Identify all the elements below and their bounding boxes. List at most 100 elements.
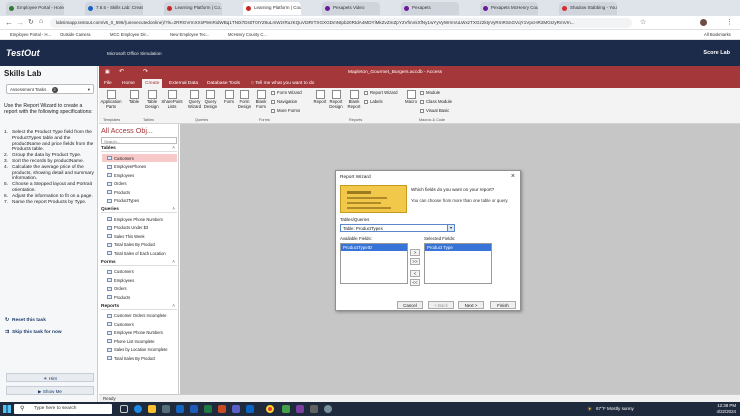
remove-all-fields-button[interactable]: <<	[410, 279, 420, 286]
nav-item[interactable]: Products	[102, 188, 177, 196]
taskbar-search-input[interactable]: ⚲ Type here to search	[14, 404, 112, 414]
redo-icon[interactable]: ↷	[143, 68, 148, 75]
tab-create[interactable]: Create	[142, 79, 163, 88]
add-field-button[interactable]: >	[410, 249, 420, 256]
profile-icon[interactable]	[700, 19, 707, 26]
application-parts-button[interactable]: Application Parts	[100, 90, 122, 110]
nav-item[interactable]: Customer Orders Incomplete	[102, 312, 177, 320]
outlook-icon[interactable]	[246, 405, 254, 413]
query-wizard-button[interactable]: Query Wizard	[187, 90, 202, 110]
bookmark-item[interactable]: MCC Employee Dir...	[110, 32, 149, 37]
nav-item[interactable]: Orders	[102, 285, 177, 293]
nav-item[interactable]: Phone List Incomplete	[102, 337, 177, 345]
nav-pane-title[interactable]: All Access Obj...	[101, 126, 153, 135]
close-icon[interactable]: ×	[511, 173, 515, 180]
browser-tab[interactable]: Pexapets McHenry County...	[480, 2, 538, 15]
edge-icon[interactable]	[134, 405, 142, 413]
available-fields-list[interactable]: ProductTypeID	[340, 243, 408, 284]
tables-queries-select[interactable]: Table: ProductTypes ▾	[340, 224, 455, 232]
form-button[interactable]: Form	[223, 90, 235, 105]
forward-icon[interactable]: →	[16, 18, 24, 27]
score-lab-button[interactable]: Score Lab	[703, 50, 730, 56]
skip-task-link[interactable]: ⇉ Skip this task for now	[5, 330, 62, 335]
tab-file[interactable]: File	[104, 81, 112, 86]
table-design-button[interactable]: Table Design	[144, 90, 160, 110]
nav-item[interactable]: ProductTypes	[102, 197, 177, 205]
sharepoint-lists-button[interactable]: SharePoint Lists	[161, 90, 183, 110]
reload-icon[interactable]: ↻	[28, 18, 34, 26]
class-module-button[interactable]: Class Module	[420, 99, 452, 104]
browser-tab[interactable]: 7.6.5 - Skills Lab: Create	[85, 2, 143, 15]
tab-external-data[interactable]: External Data	[169, 81, 198, 86]
report-button[interactable]: Report	[313, 90, 327, 105]
file-explorer-icon[interactable]	[148, 405, 156, 413]
nav-item[interactable]: Products	[102, 293, 177, 301]
home-icon[interactable]: ⌂	[39, 18, 43, 25]
windows-start-icon[interactable]	[3, 405, 11, 413]
tell-me-search[interactable]: ○ Tell me what you want to do	[251, 81, 314, 86]
mail-icon[interactable]	[176, 405, 184, 413]
nav-item[interactable]: Products Under $3	[102, 224, 177, 232]
collapse-icon[interactable]: ˄	[172, 207, 175, 212]
browser-tab[interactable]: Pexapets	[401, 2, 459, 15]
next-button[interactable]: Next >	[458, 301, 484, 309]
nav-item[interactable]: Customers	[102, 268, 177, 276]
assessment-tasks-button[interactable]: Assessment Tasks 2 ▾	[6, 84, 94, 94]
nav-item[interactable]: Customers	[102, 154, 177, 162]
module-button[interactable]: Module	[420, 90, 440, 95]
teams-icon[interactable]	[232, 405, 240, 413]
weather-text[interactable]: 67°F Mostly sunny	[596, 406, 634, 411]
nav-item[interactable]: Employee Phone Numbers	[102, 329, 177, 337]
nav-item[interactable]: Total Sales By Product	[102, 354, 177, 362]
all-bookmarks[interactable]: All Bookmarks	[704, 32, 731, 37]
blank-form-button[interactable]: Blank Form	[254, 90, 268, 110]
bookmark-item[interactable]: Outside Camera	[60, 32, 91, 37]
table-button[interactable]: Table	[127, 90, 141, 105]
onenote-icon[interactable]	[296, 405, 304, 413]
nav-item[interactable]: Total Sales of Each Location	[102, 249, 177, 257]
more-forms-button[interactable]: More Forms	[271, 108, 300, 113]
browser-tab[interactable]: Learning Platform | Co...	[164, 2, 222, 15]
hint-button[interactable]: ☀ Hint	[6, 373, 94, 382]
settings-icon[interactable]	[324, 405, 332, 413]
cancel-button[interactable]: Cancel	[397, 301, 423, 309]
nav-section-header[interactable]: Tables ˄	[101, 146, 177, 152]
list-item[interactable]: ProductTypeID	[341, 244, 407, 251]
nav-item[interactable]: Sales This Week	[102, 232, 177, 240]
bookmark-item[interactable]: McHenry County C...	[228, 32, 267, 37]
collapse-icon[interactable]: ˄	[172, 304, 175, 309]
nav-item[interactable]: Orders	[102, 180, 177, 188]
bookmark-item[interactable]: Employee Portal - H...	[10, 32, 51, 37]
browser-tab[interactable]: Employee Portal - Home	[6, 2, 64, 15]
back-button[interactable]: < Back	[428, 301, 454, 309]
app-icon[interactable]	[282, 405, 290, 413]
nav-item[interactable]: Sales by Location Incomplete	[102, 346, 177, 354]
navigation-button[interactable]: Navigation	[271, 99, 297, 104]
excel-icon[interactable]	[204, 405, 212, 413]
nav-item[interactable]: Employee Phone Numbers	[102, 215, 177, 223]
nav-section-header[interactable]: Forms ˄	[101, 260, 177, 266]
url-input[interactable]: labsimapp.testout.com/v6_0_596/(unexecut…	[50, 18, 632, 28]
visual-basic-button[interactable]: Visual Basic	[420, 108, 449, 113]
list-item[interactable]: Product Type	[425, 244, 491, 251]
system-clock[interactable]: 12:38 PM 4/22/2024	[716, 403, 736, 414]
form-wizard-button[interactable]: Form Wizard	[271, 90, 302, 95]
add-all-fields-button[interactable]: >>	[410, 258, 420, 265]
blank-report-button[interactable]: Blank Report	[346, 90, 362, 110]
undo-icon[interactable]: ↶	[119, 68, 124, 75]
bookmark-star-icon[interactable]: ☆	[640, 18, 646, 26]
calculator-icon[interactable]	[310, 405, 318, 413]
query-design-button[interactable]: Query Design	[203, 90, 218, 110]
nav-item[interactable]: EmployeePhones	[102, 163, 177, 171]
back-icon[interactable]: ←	[5, 18, 13, 27]
browser-tab[interactable]: Pexapets Video	[322, 2, 380, 15]
tab-database-tools[interactable]: Database Tools	[207, 81, 240, 86]
tab-home[interactable]: Home	[122, 81, 135, 86]
remove-field-button[interactable]: <	[410, 270, 420, 277]
store-icon[interactable]	[162, 405, 170, 413]
word-icon[interactable]	[190, 405, 198, 413]
chrome-icon[interactable]	[266, 405, 274, 413]
menu-icon[interactable]: ⋮	[726, 18, 733, 26]
collapse-icon[interactable]: ˄	[172, 260, 175, 265]
reset-task-link[interactable]: ↻ Reset this task	[5, 318, 46, 323]
